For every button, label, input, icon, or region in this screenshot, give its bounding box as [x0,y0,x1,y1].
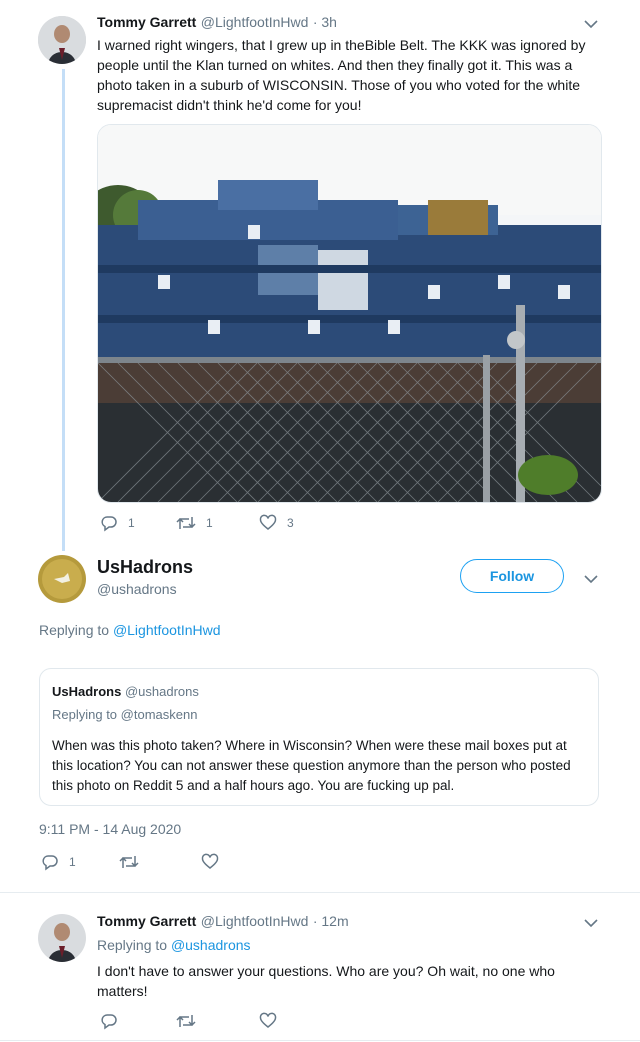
retweet-icon [176,1015,196,1027]
author-handle[interactable]: @LightfootInHwd [201,14,309,30]
chevron-down-icon[interactable] [582,570,600,588]
follow-label: Follow [489,568,535,584]
main-author-name[interactable]: UsHadrons [97,557,193,578]
replying-to-link[interactable]: @LightfootInHwd [113,622,221,638]
divider [0,892,640,893]
quoted-replying-prefix: Replying to [52,707,118,722]
replying-prefix: Replying to [39,622,110,638]
retweet-icon [119,856,139,868]
author-name[interactable]: Tommy Garrett [97,14,196,30]
avatar-tommy-garrett[interactable] [38,914,86,962]
tweet1-text: I warned right wingers, that I grew up i… [97,37,586,113]
follow-button[interactable]: Follow [460,559,564,593]
avatar-ushadrons[interactable] [38,555,86,603]
tweet2-text: I don't have to answer your questions. W… [97,963,555,999]
replying-to-link[interactable]: @ushadrons [171,937,251,953]
avatar-image [38,555,86,603]
reply-count: 1 [128,516,135,530]
reply-button[interactable]: 1 [100,514,135,532]
reply-count: 1 [69,855,76,869]
tweet1-header: Tommy Garrett @LightfootInHwd · 3h [97,14,337,32]
reply-button[interactable] [100,1012,128,1030]
main-author-handle[interactable]: @ushadrons [97,581,177,597]
quoted-text: When was this photo taken? Where in Wisc… [52,738,571,793]
main-timestamp[interactable]: 9:11 PM - 14 Aug 2020 [39,821,181,837]
avatar-image [38,914,86,962]
quoted-replying-to: Replying to @tomaskenn [52,707,197,722]
like-count: 3 [287,516,294,530]
retweet-icon [176,517,196,529]
quoted-header: UsHadrons @ushadrons [52,684,199,699]
quoted-author-handle: @ushadrons [124,684,199,699]
chevron-down-icon[interactable] [582,15,600,33]
like-button[interactable] [201,853,229,871]
reply-icon [42,855,58,871]
tweet-time[interactable]: · 3h [313,14,337,30]
divider [0,1040,640,1041]
tweet-photo[interactable] [97,124,602,503]
like-button[interactable]: 3 [259,514,294,532]
heart-icon [259,514,277,530]
chevron-down-icon[interactable] [582,914,600,932]
avatar-tommy-garrett[interactable] [38,16,86,64]
heart-icon [201,853,219,869]
reply-icon [101,516,117,532]
avatar-image [38,16,86,64]
author-handle[interactable]: @LightfootInHwd [201,913,309,929]
reply-icon [101,1014,117,1030]
retweet-count: 1 [206,516,213,530]
quoted-replying-handle: @tomaskenn [120,707,198,722]
reply-button[interactable]: 1 [41,853,76,871]
author-name[interactable]: Tommy Garrett [97,913,196,929]
retweet-button[interactable] [176,1012,206,1030]
quoted-author-name: UsHadrons [52,684,122,699]
retweet-button[interactable]: 1 [176,514,213,532]
replying-prefix: Replying to [97,937,168,953]
heart-icon [259,1012,277,1028]
tweet-time[interactable]: · 12m [313,913,349,929]
quoted-tweet[interactable]: UsHadrons @ushadrons Replying to @tomask… [39,668,599,806]
like-button[interactable] [259,1012,287,1030]
photo-mailboxes-behind-fence [98,125,601,502]
tweet2-header: Tommy Garrett @LightfootInHwd · 12m [97,913,349,931]
retweet-button[interactable] [119,853,149,871]
tweet2-replying-to: Replying to @ushadrons [97,937,251,953]
thread-line [62,69,65,551]
replying-to: Replying to @LightfootInHwd [39,622,221,638]
